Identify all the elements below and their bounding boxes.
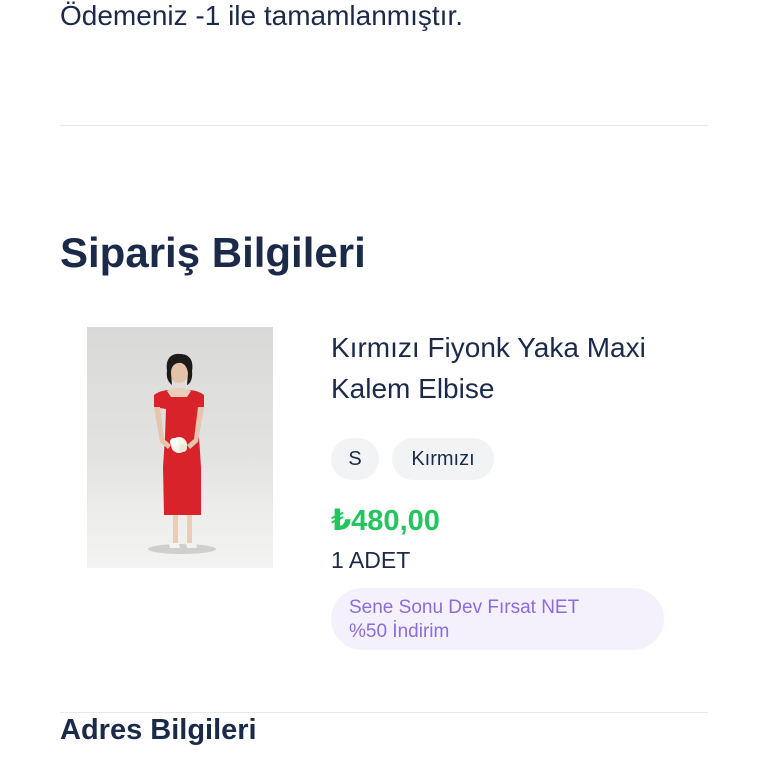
left-shoe [169, 543, 180, 548]
right-shoe [186, 543, 197, 548]
product-price: ₺480,00 [331, 505, 440, 537]
address-info-title: Adres Bilgileri [60, 714, 257, 746]
product-name[interactable]: Kırmızı Fiyonk Yaka Maxi Kalem Elbise [331, 327, 711, 409]
product-name-line: Kırmızı Fiyonk Yaka Maxi [331, 332, 646, 363]
section-divider [60, 125, 708, 126]
red-dress-photo [148, 353, 216, 554]
order-confirmation-page: Ödemeniz -1 ile tamamlanmıştır. Sipariş … [0, 0, 768, 768]
order-info-title: Sipariş Bilgileri [60, 229, 366, 276]
size-chip: S [331, 438, 379, 480]
bouquet-flower [179, 444, 187, 452]
campaign-text-line: Sene Sonu Dev Fırsat NET [349, 597, 580, 618]
payment-status-message: Ödemeniz -1 ile tamamlanmıştır. [60, 0, 464, 31]
right-leg [187, 512, 192, 544]
campaign-badge: Sene Sonu Dev Fırsat NET %50 İndirim [331, 588, 664, 650]
bouquet-flower [170, 438, 178, 446]
product-quantity: 1 ADET [331, 547, 411, 573]
left-leg [173, 512, 178, 544]
neckline [167, 388, 191, 397]
floor-shadow [148, 544, 216, 554]
campaign-text-line: %50 İndirim [349, 621, 450, 642]
product-image[interactable] [87, 327, 273, 568]
color-chip: Kırmızı [392, 438, 494, 480]
product-name-line: Kalem Elbise [331, 373, 495, 404]
